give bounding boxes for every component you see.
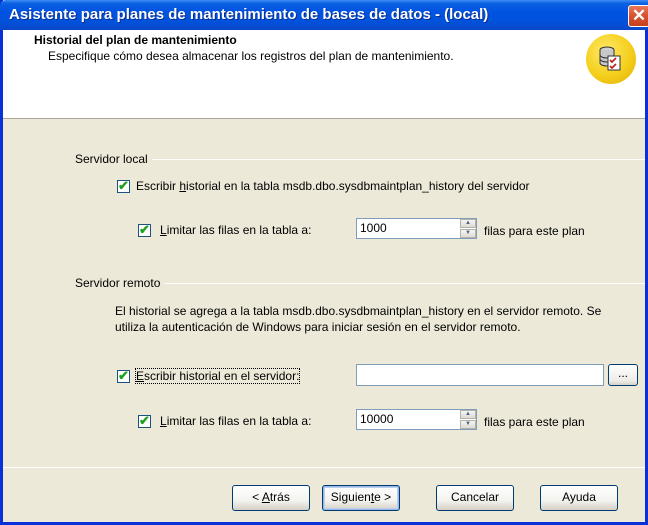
label-text: imitar las filas en la tabla a:: [166, 414, 312, 428]
label-accel: L: [160, 223, 167, 237]
checkmark-icon: ✔: [139, 413, 150, 428]
button-accel: A: [261, 490, 270, 504]
checkmark-icon: ✔: [118, 368, 129, 383]
limit-rows-local-label[interactable]: Limitar las filas en la tabla a:: [160, 223, 311, 237]
limit-rows-local-checkbox[interactable]: ✔: [138, 222, 151, 237]
close-button[interactable]: ✕: [628, 5, 648, 27]
page-title: Historial del plan de mantenimiento: [34, 33, 237, 47]
help-button[interactable]: Ayuda: [540, 485, 618, 511]
checkmark-icon: ✔: [118, 178, 129, 193]
remote-server-info: El historial se agrega a la tabla msdb.d…: [115, 304, 602, 334]
browse-server-button[interactable]: ...: [608, 364, 638, 386]
write-history-local-label[interactable]: Escribir historial en la tabla msdb.dbo.…: [136, 179, 530, 193]
label-accel: E: [136, 369, 145, 383]
title-bar[interactable]: Asistente para planes de mantenimiento d…: [0, 0, 648, 30]
next-button[interactable]: Siguiente >: [322, 485, 400, 511]
checkmark-icon: ✔: [139, 222, 150, 237]
write-history-remote-checkbox[interactable]: ✔: [117, 368, 130, 383]
label-text: scribir historial en el servidor:: [144, 369, 300, 383]
limit-rows-local-suffix: filas para este plan: [484, 224, 585, 238]
wizard-window: Asistente para planes de mantenimiento d…: [0, 0, 648, 525]
cancel-button[interactable]: Cancelar: [436, 485, 514, 511]
spin-up-icon[interactable]: ▲: [460, 219, 476, 228]
close-icon: ✕: [631, 6, 647, 25]
label-text: imitar las filas en la tabla a:: [166, 223, 312, 237]
label-accel: L: [160, 414, 167, 428]
footer-divider: [3, 467, 645, 468]
limit-rows-remote-spinner[interactable]: 10000 ▲ ▼: [356, 409, 477, 430]
group-divider: [75, 159, 645, 160]
limit-rows-remote-checkbox[interactable]: ✔: [138, 413, 151, 428]
back-button[interactable]: < Atrás: [232, 485, 310, 511]
group-label-remote-server: Servidor remoto: [75, 276, 165, 290]
remote-server-input[interactable]: [356, 364, 604, 386]
window-title: Asistente para planes de mantenimiento d…: [9, 6, 489, 23]
button-text: <: [252, 490, 262, 504]
write-history-local-checkbox[interactable]: ✔: [117, 178, 130, 193]
limit-rows-remote-label[interactable]: Limitar las filas en la tabla a:: [160, 414, 311, 428]
button-text: trás: [269, 490, 290, 504]
group-label-local-server: Servidor local: [75, 152, 152, 166]
limit-rows-local-spinner[interactable]: 1000 ▲ ▼: [356, 218, 477, 239]
button-text: Siguien: [330, 490, 371, 504]
spin-down-icon[interactable]: ▼: [460, 420, 476, 429]
limit-rows-remote-value[interactable]: 10000: [360, 412, 393, 426]
button-text: e >: [374, 490, 392, 504]
spin-down-icon[interactable]: ▼: [460, 229, 476, 238]
label-text: Escribir: [136, 179, 180, 193]
write-history-remote-label[interactable]: Escribir historial en el servidor:: [134, 368, 301, 384]
limit-rows-local-value[interactable]: 1000: [360, 221, 387, 235]
label-text: istorial en la tabla msdb.dbo.sysdbmaint…: [186, 179, 530, 193]
spin-up-icon[interactable]: ▲: [460, 410, 476, 419]
database-checklist-icon: [586, 34, 636, 84]
limit-rows-remote-suffix: filas para este plan: [484, 415, 585, 429]
page-subtitle: Especifique cómo desea almacenar los reg…: [48, 49, 454, 63]
